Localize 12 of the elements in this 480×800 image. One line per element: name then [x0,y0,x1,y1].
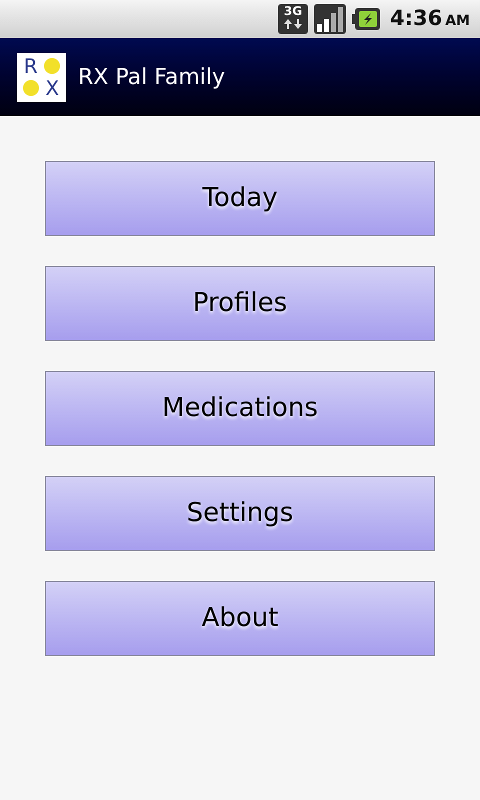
network-icon: 3G [278,4,308,34]
menu-button[interactable]: Medications [45,371,435,446]
clock-time: 4:36 [390,5,442,32]
menu-button[interactable]: Today [45,161,435,236]
signal-icon [314,4,346,34]
menu-button[interactable]: Settings [45,476,435,551]
menu-button[interactable]: About [45,581,435,656]
app-title: RX Pal Family [78,64,226,92]
app-logo: R X [17,52,66,102]
menu-button[interactable]: Profiles [45,266,435,341]
battery-charging-icon [352,7,380,31]
clock-period: AM [445,12,470,30]
